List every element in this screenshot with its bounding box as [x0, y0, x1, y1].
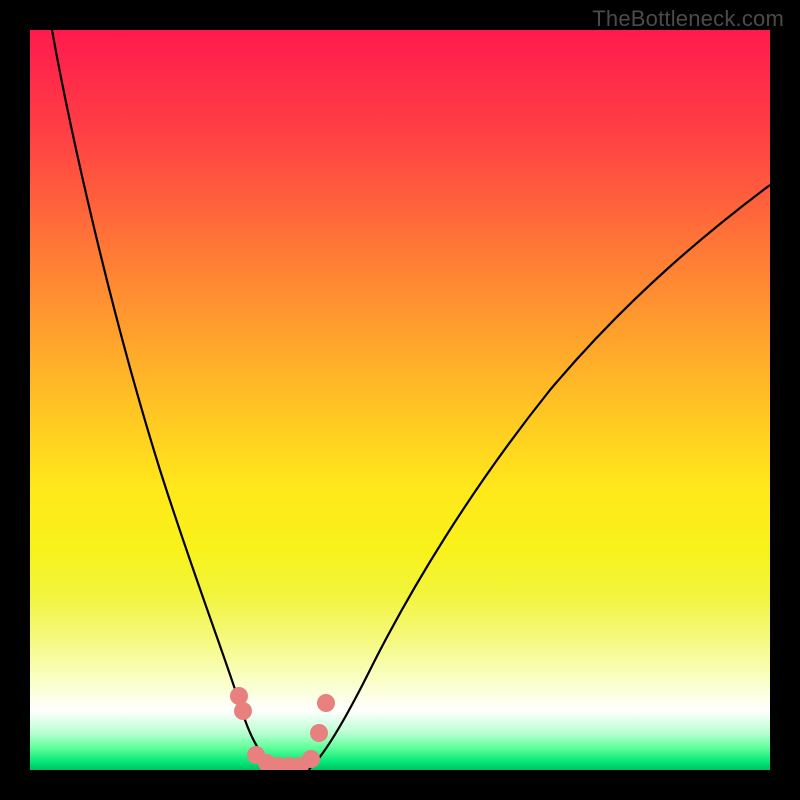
right-branch-curve — [308, 185, 770, 770]
left-branch-curve — [52, 30, 278, 770]
watermark-text: TheBottleneck.com — [592, 6, 784, 32]
bottom-dots-group — [230, 687, 335, 770]
chart-area — [30, 30, 770, 770]
curve-svg — [30, 30, 770, 770]
